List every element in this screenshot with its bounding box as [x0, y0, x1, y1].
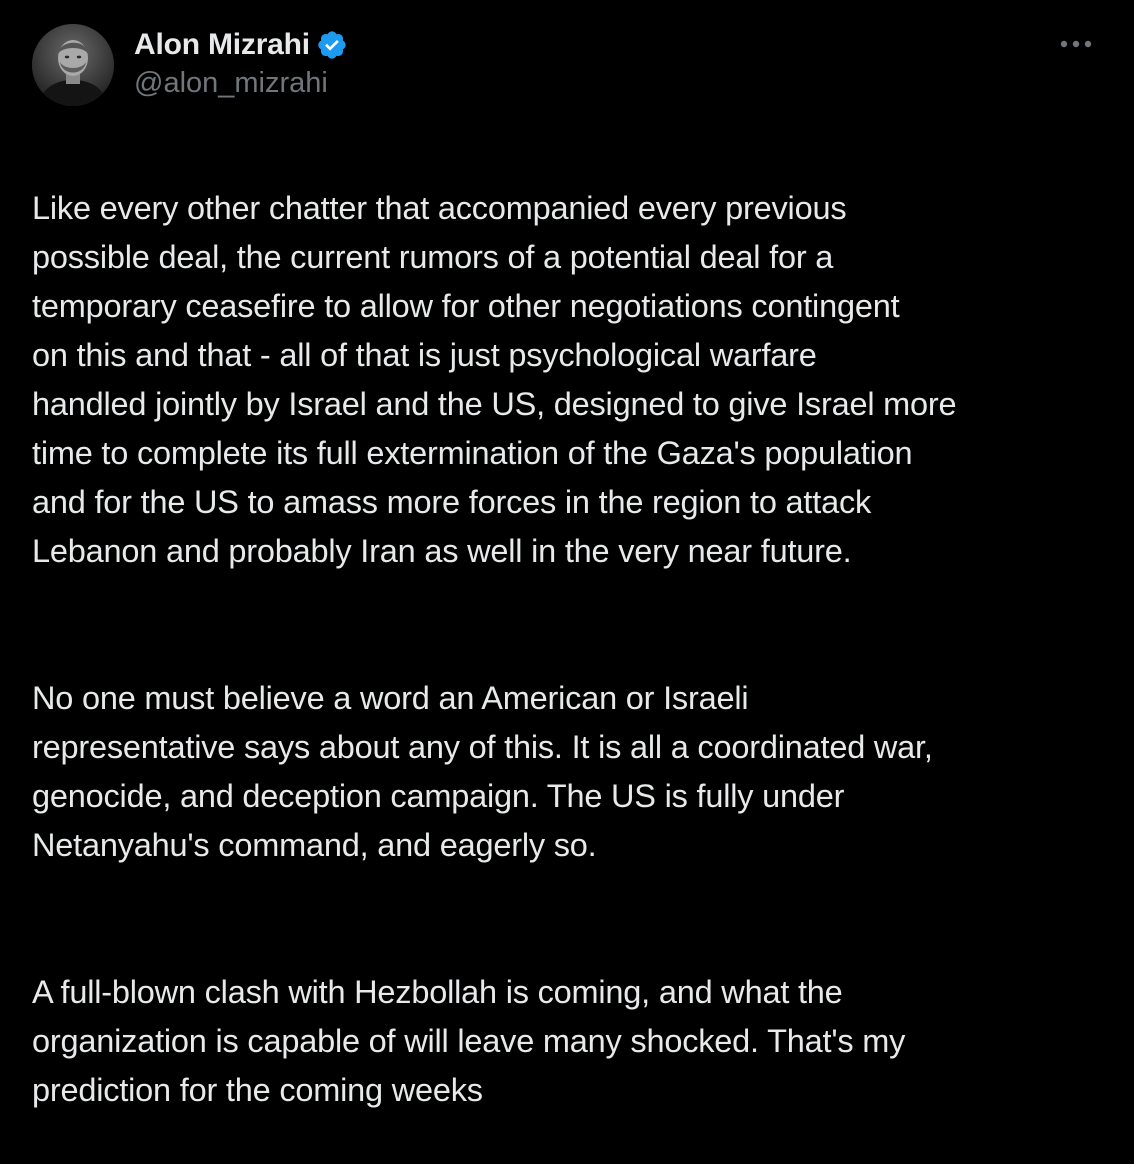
tweet-paragraph: No one must believe a word an American o… — [32, 680, 933, 863]
user-info: Alon Mizrahi @alon_mizrahi — [134, 26, 348, 100]
display-name[interactable]: Alon Mizrahi — [134, 28, 310, 62]
name-row: Alon Mizrahi — [134, 26, 348, 64]
avatar[interactable] — [32, 24, 114, 106]
more-horizontal-icon — [1060, 40, 1092, 48]
avatar-photo — [32, 24, 114, 106]
tweet-card: Alon Mizrahi @alon_mizrahi Like every ot… — [0, 0, 1134, 1108]
verified-badge-icon[interactable] — [316, 29, 348, 61]
tweet-paragraph: Like every other chatter that accompanie… — [32, 190, 957, 569]
tweet-paragraph: A full-blown clash with Hezbollah is com… — [32, 974, 906, 1108]
tweet-text: Like every other chatter that accompanie… — [32, 135, 1112, 1164]
more-options-button[interactable] — [1056, 30, 1096, 58]
user-handle[interactable]: @alon_mizrahi — [134, 67, 348, 100]
